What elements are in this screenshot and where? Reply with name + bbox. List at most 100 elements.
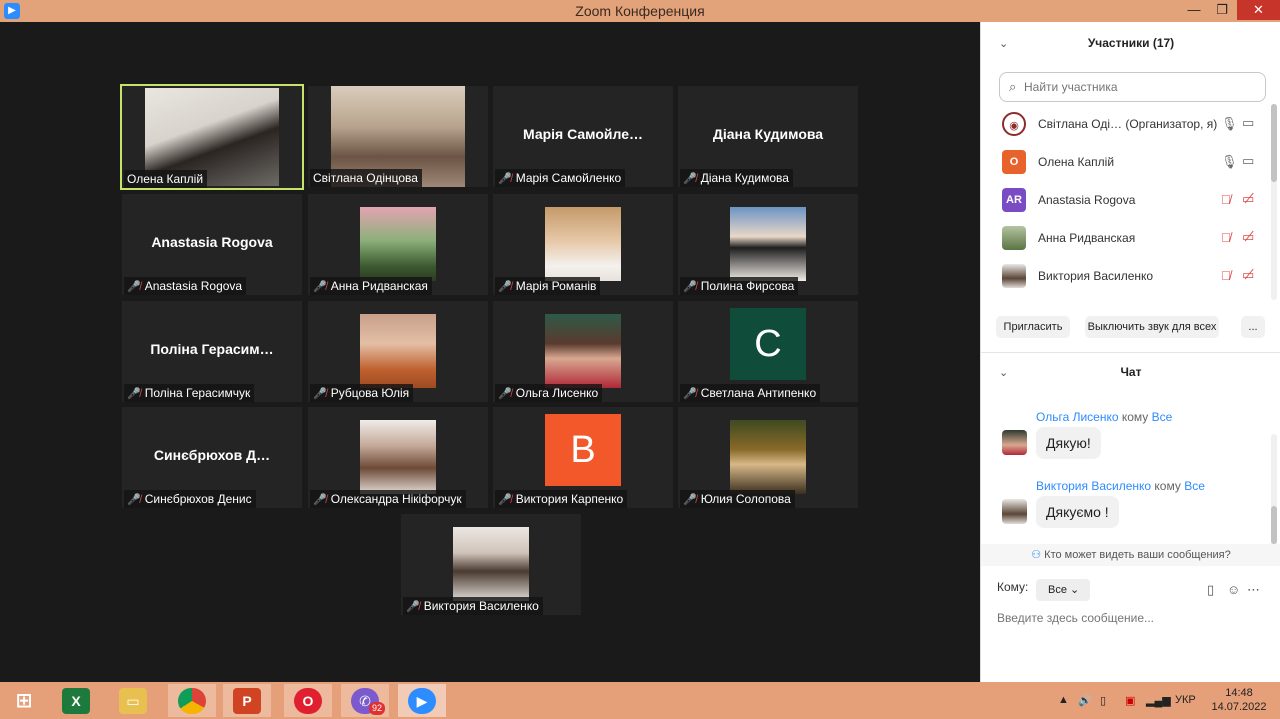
camera-icon[interactable]: ▭: [1242, 153, 1254, 169]
participant-photo: [453, 527, 529, 601]
video-tile[interactable]: 🎤̸ Ольга Лисенко: [493, 301, 673, 402]
message-sender[interactable]: Ольга Лисенко: [1036, 410, 1119, 424]
recipient-select[interactable]: Все ⌄: [1036, 579, 1090, 601]
participant-list-scrollbar[interactable]: [1271, 104, 1277, 300]
participant-photo: [360, 314, 436, 388]
participant-row[interactable]: О Олена Каплій 🎙 ▭: [981, 144, 1280, 182]
side-panel: ⌄ Участники (17) ⌕ ◉ Світлана Оді… (Орга…: [980, 22, 1280, 682]
message-bubble: Дякуємо !: [1036, 496, 1119, 528]
volume-icon[interactable]: 🔊: [1078, 694, 1092, 707]
minimize-button[interactable]: —: [1180, 0, 1208, 20]
video-tile[interactable]: 🎤̸ Рубцова Юлія: [308, 301, 488, 402]
taskbar-opera[interactable]: O: [284, 684, 332, 717]
video-tile[interactable]: Синєбрюхов Д… 🎤̸ Синєбрюхов Денис: [122, 407, 302, 508]
video-tile[interactable]: Поліна Герасим… 🎤̸ Поліна Герасимчук: [122, 301, 302, 402]
video-tile[interactable]: C 🎤̸ Светлана Антипенко: [678, 301, 858, 402]
taskbar-chrome[interactable]: [168, 684, 216, 717]
participant-row[interactable]: Анна Ридванская 🎙̸ ▭̸: [981, 220, 1280, 258]
close-button[interactable]: ✕: [1237, 0, 1280, 20]
signal-icon[interactable]: ▂▄▆: [1146, 694, 1171, 707]
mic-muted-icon: 🎤̸: [498, 388, 512, 400]
device-icon[interactable]: ▯: [1100, 694, 1106, 707]
tile-name-label: 🎤̸ Синєбрюхов Денис: [124, 490, 256, 508]
window-titlebar: ▶ Zoom Конференция — ❐ ✕: [0, 0, 1280, 22]
video-tile[interactable]: 🎤̸ Марія Романів: [493, 194, 673, 295]
video-tile[interactable]: Діана Кудимова 🎤̸ Діана Кудимова: [678, 86, 858, 187]
mic-muted-icon: 🎤̸: [683, 388, 697, 400]
tile-name-label: 🎤̸ Полина Фирсова: [680, 277, 799, 295]
video-tile[interactable]: Олена Каплій: [120, 84, 304, 190]
tile-name-label: 🎤̸ Марія Самойленко: [495, 169, 626, 187]
participant-avatar: О: [1002, 150, 1026, 174]
taskbar-file-explorer[interactable]: ▭: [109, 684, 157, 717]
recipient-label: Кому:: [997, 580, 1029, 594]
participant-search-input[interactable]: [1024, 77, 1259, 97]
mute-all-button[interactable]: Выключить звук для всех: [1085, 316, 1219, 338]
people-icon: ⚇: [1031, 549, 1042, 561]
tile-name-label: Олена Каплій: [124, 170, 208, 188]
chat-visibility-link[interactable]: ⚇ Кто может видеть ваши сообщения?: [981, 548, 1280, 561]
participant-avatar: ◉: [1002, 112, 1026, 136]
video-tile[interactable]: B 🎤̸ Виктория Карпенко: [493, 407, 673, 508]
message-to-word: кому: [1154, 479, 1181, 493]
network-warning-icon[interactable]: ▣: [1125, 694, 1135, 707]
start-button[interactable]: ⊞: [0, 684, 48, 717]
video-tile[interactable]: 🎤̸ Виктория Василенко: [401, 514, 581, 615]
mic-icon[interactable]: 🎙: [1221, 116, 1238, 132]
message-avatar: [1002, 430, 1027, 455]
excel-icon: X: [62, 688, 90, 714]
camera-icon[interactable]: ▭: [1242, 115, 1254, 131]
more-options-button[interactable]: ...: [1241, 316, 1265, 338]
camera-off-icon[interactable]: ▭̸: [1242, 229, 1254, 245]
participant-photo: [360, 420, 436, 494]
taskbar-powerpoint[interactable]: P: [223, 684, 271, 717]
participants-title: Участники (17): [1087, 36, 1175, 50]
taskbar-viber[interactable]: ✆ 92: [341, 684, 389, 717]
mic-muted-icon[interactable]: 🎙̸: [1221, 230, 1231, 245]
tile-name-label: 🎤̸ Anastasia Rogova: [124, 277, 247, 295]
taskbar-excel[interactable]: X: [52, 684, 100, 717]
mic-icon[interactable]: 🎙: [1221, 154, 1238, 170]
message-sender[interactable]: Виктория Василенко: [1036, 479, 1151, 493]
language-indicator[interactable]: УКР: [1175, 694, 1196, 706]
video-tile[interactable]: Anastasia Rogova 🎤̸ Anastasia Rogova: [122, 194, 302, 295]
participant-photo: [730, 420, 806, 494]
participant-photo: [360, 207, 436, 281]
participant-row[interactable]: Виктория Василенко 🎙̸ ▭̸: [981, 258, 1280, 296]
participant-row[interactable]: ◉ Світлана Оді… (Организатор, я) 🎙 ▭: [981, 106, 1280, 144]
video-tile[interactable]: 🎤̸ Юлия Солопова: [678, 407, 858, 508]
participant-row[interactable]: AR Anastasia Rogova 🎙̸ ▭̸: [981, 182, 1280, 220]
camera-off-icon[interactable]: ▭̸: [1242, 267, 1254, 283]
windows-taskbar: ⊞ X ▭ P O ✆ 92 ▶ ▲ 🔊 ▯ ▣ ▂▄▆ УКР 14:48 1…: [0, 682, 1280, 719]
participant-search[interactable]: ⌕: [999, 72, 1266, 102]
more-icon[interactable]: ⋯: [1247, 582, 1260, 598]
maximize-button[interactable]: ❐: [1208, 0, 1236, 20]
mic-muted-icon: 🎤̸: [498, 173, 512, 185]
emoji-icon[interactable]: ☺: [1227, 582, 1240, 597]
chat-message-input[interactable]: [997, 608, 1267, 628]
tray-expand-icon[interactable]: ▲: [1058, 694, 1069, 706]
participant-avatar-letter: B: [545, 414, 621, 486]
taskbar-zoom[interactable]: ▶: [398, 684, 446, 717]
participant-avatar: AR: [1002, 188, 1026, 212]
chrome-icon: [178, 688, 206, 714]
mic-muted-icon: 🎤̸: [127, 494, 141, 506]
chat-scrollbar[interactable]: [1271, 434, 1277, 546]
mic-muted-icon[interactable]: 🎙̸: [1221, 268, 1231, 283]
video-tile[interactable]: 🎤̸ Анна Ридванская: [308, 194, 488, 295]
camera-off-icon[interactable]: ▭̸: [1242, 191, 1254, 207]
invite-button[interactable]: Пригласить: [996, 316, 1070, 338]
windows-icon: ⊞: [15, 690, 33, 712]
tile-name-label: 🎤̸ Юлия Солопова: [680, 490, 795, 508]
video-tile[interactable]: 🎤̸ Олександра Нікіфорчук: [308, 407, 488, 508]
system-clock[interactable]: 14:48 14.07.2022: [1210, 686, 1268, 714]
file-icon[interactable]: ▯: [1207, 582, 1214, 598]
video-tile[interactable]: 🎤̸ Полина Фирсова: [678, 194, 858, 295]
tile-display-name: Діана Кудимова: [712, 126, 824, 142]
video-tile[interactable]: Світлана Одінцова: [308, 86, 488, 187]
video-tile[interactable]: Марія Самойле… 🎤̸ Марія Самойленко: [493, 86, 673, 187]
participant-avatar: [1002, 226, 1026, 250]
mic-muted-icon[interactable]: 🎙̸: [1221, 192, 1231, 207]
video-gallery: Олена Каплій Світлана Одінцова Марія Сам…: [0, 22, 980, 682]
opera-icon: O: [294, 688, 322, 714]
